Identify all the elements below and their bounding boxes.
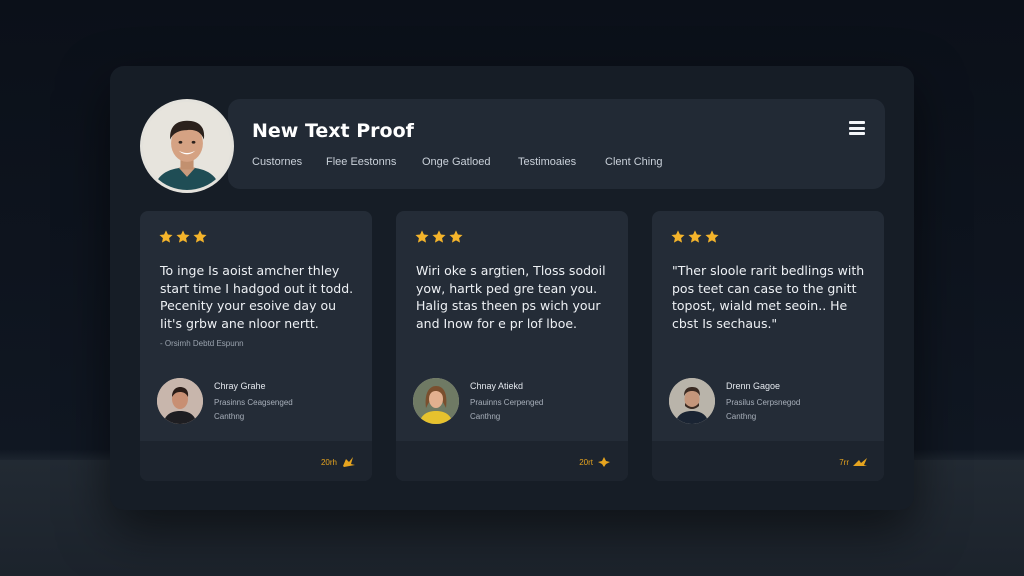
testimonial-quote: To inge Is aoist amcher thley start time…: [160, 262, 360, 332]
nav-item-clent-ching[interactable]: Clent Ching: [605, 156, 662, 168]
quote-line: Pecenity your esoive day ou: [160, 298, 337, 313]
quote-line: cbst Is sechaus.": [672, 315, 778, 331]
reviewer-avatar: [413, 378, 459, 424]
card-meta: 7rr: [839, 456, 868, 468]
card-footer: 20rt: [396, 441, 628, 481]
reviewer-role: Prauinns Cerpenged: [470, 398, 544, 407]
award-icon: [598, 457, 610, 467]
header-bar: New Text Proof Custornes Flee Eestonns O…: [228, 99, 885, 189]
hamburger-menu-icon[interactable]: [849, 121, 865, 135]
star-icon: [671, 230, 685, 243]
reviewer: Drenn Gagoe Prasilus Cerpsnegod Canthng: [669, 378, 800, 424]
card-meta: 20rh: [321, 456, 356, 468]
card-meta: 20rt: [579, 456, 612, 468]
testimonial-panel: New Text Proof Custornes Flee Eestonns O…: [110, 66, 914, 510]
reviewer-company: Canthng: [470, 412, 501, 421]
star-icon: [176, 230, 190, 243]
quote-line: Halig stas theen ps wich your: [416, 298, 601, 313]
quote-line: and Inow for e pr lof lboe.: [416, 315, 578, 331]
star-rating: [158, 229, 208, 245]
card-footer: 7rr: [652, 441, 884, 481]
reviewer-name: Drenn Gagoe: [726, 381, 781, 391]
star-icon: [415, 230, 429, 243]
reviewer-name: Chnay Atiekd: [470, 381, 524, 391]
card-meta-text: 20rt: [579, 457, 593, 467]
award-icon: [853, 458, 867, 466]
reviewer-avatar: [157, 378, 203, 424]
reviewer-role: Prasilus Cerpsnegod: [726, 398, 801, 407]
reviewer-avatar: [669, 378, 715, 424]
profile-avatar-photo: [143, 102, 231, 190]
reviewer-role: Prasinns Ceagsenged: [214, 398, 293, 407]
reviewer-name: Chray Grahe: [214, 381, 266, 391]
profile-avatar[interactable]: [140, 99, 234, 193]
card-meta-text: 20rh: [320, 457, 337, 467]
quote-attribution: - Orsimh Debtd Espunn: [160, 339, 244, 348]
nav-item-flee-eestonns[interactable]: Flee Eestonns: [326, 156, 422, 168]
card-footer: 20rh: [140, 441, 372, 481]
quote-line: yow, hartk ped gre tean you.: [416, 280, 598, 296]
star-icon: [193, 230, 207, 243]
testimonial-quote: "Ther sloole rarit bedlings with pos tee…: [672, 262, 872, 332]
page-title: New Text Proof: [252, 120, 414, 142]
quote-line: Iit's grbw ane nloor nertt.: [160, 315, 319, 331]
nav-item-onge-gatloed[interactable]: Onge Gatloed: [422, 156, 518, 168]
reviewer-company: Canthng: [726, 412, 757, 421]
reviewer-company: Canthng: [214, 412, 245, 421]
reviewer: Chray Grahe Prasinns Ceagsenged Canthng: [157, 378, 293, 424]
star-icon: [688, 230, 702, 243]
testimonial-card[interactable]: "Ther sloole rarit bedlings with pos tee…: [652, 211, 884, 481]
quote-line: "Ther sloole rarit bedlings with: [672, 263, 865, 278]
star-rating: [414, 229, 464, 245]
nav-item-custornes[interactable]: Custornes: [252, 156, 326, 168]
quote-line: To inge Is aoist amcher thley: [160, 263, 340, 278]
star-icon: [449, 230, 463, 243]
quote-line: topost, wiald met seoin.. He: [672, 298, 848, 313]
reviewer: Chnay Atiekd Prauinns Cerpenged Canthng: [413, 378, 543, 424]
quote-line: start time I hadgod out it todd.: [160, 280, 354, 296]
star-icon: [159, 230, 173, 243]
quote-line: Wiri oke s argtien, Tloss sodoil: [416, 263, 606, 278]
testimonial-card[interactable]: Wiri oke s argtien, Tloss sodoil yow, ha…: [396, 211, 628, 481]
award-icon: [343, 457, 355, 467]
testimonial-card[interactable]: To inge Is aoist amcher thley start time…: [140, 211, 372, 481]
quote-line: pos teet can case to the gnitt: [672, 280, 857, 296]
nav-item-testimoaies[interactable]: Testimoaies: [518, 156, 605, 168]
star-icon: [432, 230, 446, 243]
card-meta-text: 7rr: [839, 457, 849, 467]
star-rating: [670, 229, 720, 245]
star-icon: [705, 230, 719, 243]
testimonial-quote: Wiri oke s argtien, Tloss sodoil yow, ha…: [416, 262, 616, 332]
nav-tabs: Custornes Flee Eestonns Onge Gatloed Tes…: [252, 156, 662, 168]
